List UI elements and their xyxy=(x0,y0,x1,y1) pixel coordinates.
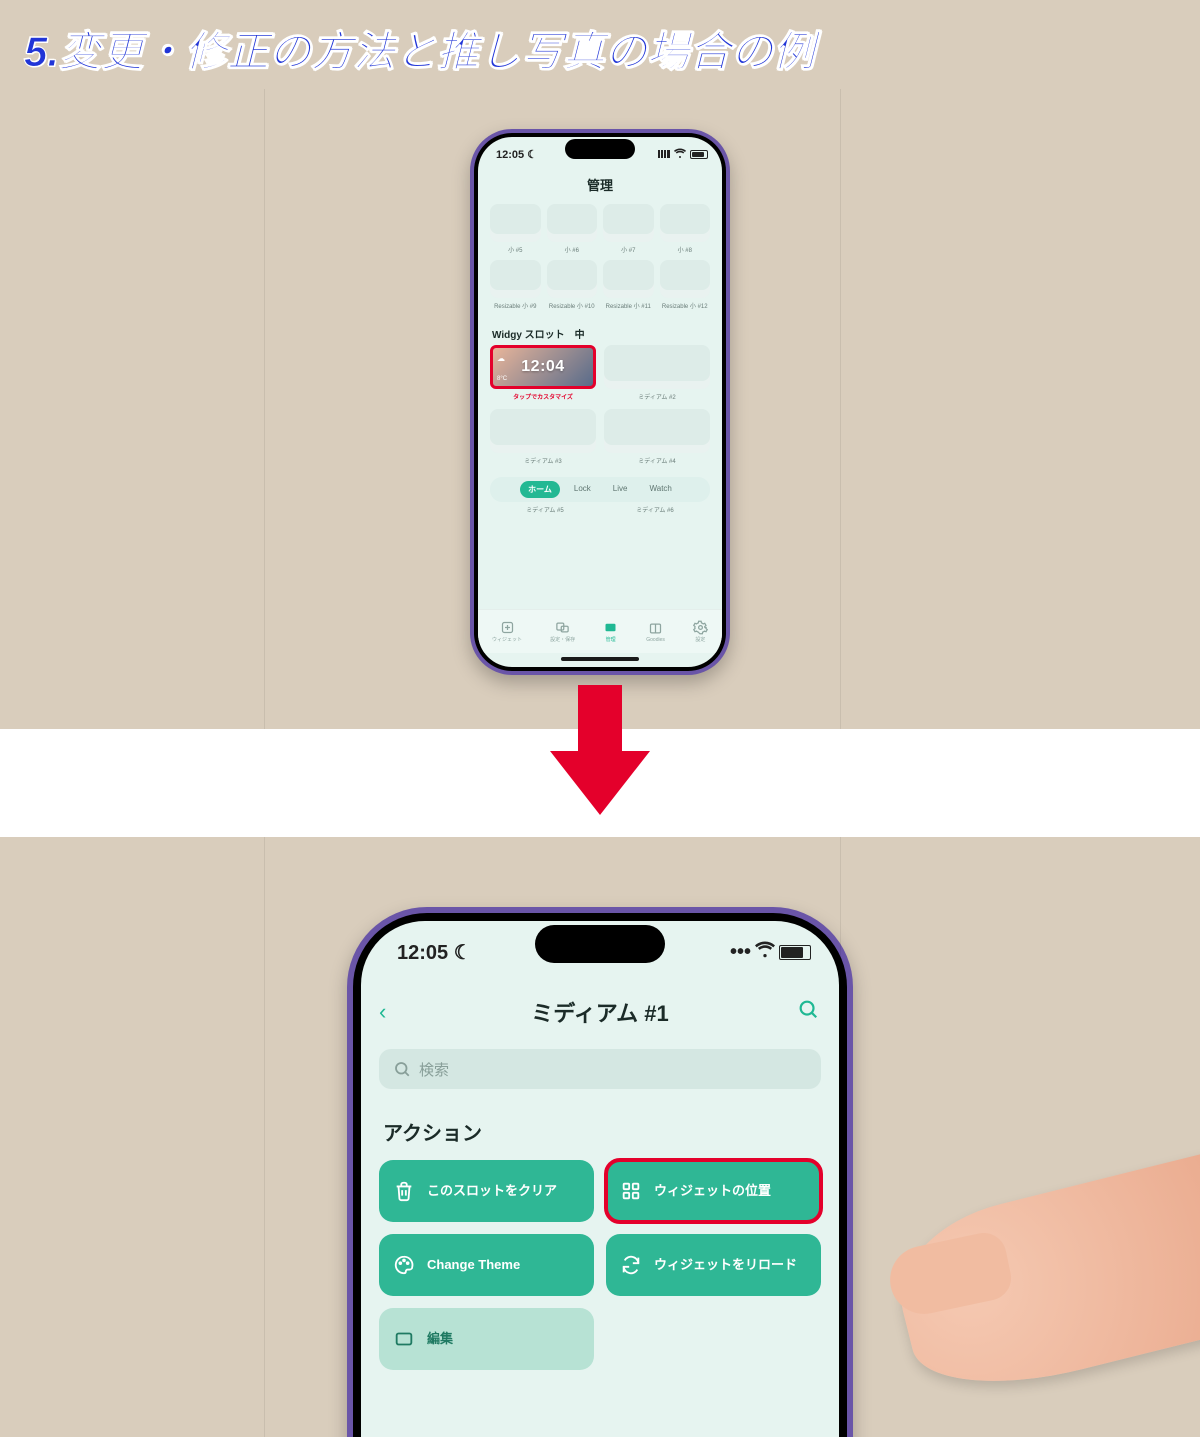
tab-goodies[interactable]: Goodies xyxy=(646,621,665,643)
section-label: Widgy スロット 中 xyxy=(492,326,722,341)
stage-top: 12:05 ☾ 管理 小 #5 小 #6 小 #7 小 #8 Res xyxy=(0,89,1200,729)
resizable-slot[interactable] xyxy=(603,260,654,298)
small-slot[interactable] xyxy=(547,204,598,242)
medium-slot[interactable] xyxy=(490,409,596,453)
action-reload-widget[interactable]: ウィジェットをリロード xyxy=(606,1234,821,1296)
segment-control[interactable]: ホーム Lock Live Watch xyxy=(490,477,710,502)
palette-icon xyxy=(393,1254,415,1276)
segment-live[interactable]: Live xyxy=(605,481,636,498)
battery-icon xyxy=(690,150,708,159)
section-header: アクション xyxy=(383,1117,839,1146)
widget-temp: 8°C xyxy=(497,376,507,382)
segment-home[interactable]: ホーム xyxy=(520,481,560,498)
phone-frame: 12:05 ☾ 管理 小 #5 小 #6 小 #7 小 #8 Res xyxy=(470,129,730,675)
back-button[interactable]: ‹ xyxy=(379,999,386,1025)
resizable-slot[interactable] xyxy=(660,260,711,298)
signal-icon xyxy=(658,150,670,158)
resizable-slot[interactable] xyxy=(490,260,541,298)
small-slot[interactable] xyxy=(490,204,541,242)
grid-icon xyxy=(620,1180,642,1202)
page-title: 5.変更・修正の方法と推し写真の場合の例 xyxy=(0,0,1200,89)
search-icon xyxy=(393,1060,411,1078)
segment-lock[interactable]: Lock xyxy=(566,481,599,498)
tab-settings[interactable]: 設定 xyxy=(693,620,708,643)
edit-icon xyxy=(393,1328,415,1350)
nav-bar: ‹ ミディアム #1 xyxy=(361,989,839,1035)
reload-icon xyxy=(620,1254,642,1276)
trash-icon xyxy=(393,1180,415,1202)
arrow-down xyxy=(0,729,1200,837)
stage-bottom: 12:05 ☾ ••• ‹ ミディアム #1 検索 xyxy=(0,837,1200,1437)
action-clear-slot[interactable]: このスロットをクリア xyxy=(379,1160,594,1222)
search-placeholder: 検索 xyxy=(419,1059,449,1080)
medium-slot[interactable] xyxy=(604,409,710,453)
home-indicator xyxy=(561,657,639,661)
tab-manage[interactable]: 管理 xyxy=(603,620,618,643)
widget-time: 12:04 xyxy=(493,348,593,386)
action-edit[interactable]: 編集 xyxy=(379,1308,594,1370)
tab-create[interactable]: ウィジェット xyxy=(492,620,522,643)
resizable-slot[interactable] xyxy=(547,260,598,298)
search-input[interactable]: 検索 xyxy=(379,1049,821,1089)
tab-save[interactable]: 設定・保存 xyxy=(550,620,575,643)
segment-watch[interactable]: Watch xyxy=(641,481,679,498)
dynamic-island xyxy=(565,139,635,159)
widget-preview-selected[interactable]: ☁︎ 12:04 8°C xyxy=(490,345,596,389)
wifi-icon xyxy=(674,147,686,162)
search-button[interactable] xyxy=(797,998,819,1026)
medium-slot[interactable] xyxy=(604,345,710,389)
nav-title: ミディアム #1 xyxy=(531,996,669,1028)
small-slot[interactable] xyxy=(660,204,711,242)
dynamic-island xyxy=(535,925,665,963)
phone-frame-large: 12:05 ☾ ••• ‹ ミディアム #1 検索 xyxy=(347,907,853,1437)
tab-bar: ウィジェット 設定・保存 管理 Goodies 設定 xyxy=(478,609,722,653)
small-slot[interactable] xyxy=(603,204,654,242)
battery-icon xyxy=(779,945,811,960)
wifi-icon xyxy=(755,939,775,965)
action-widget-position[interactable]: ウィジェットの位置 xyxy=(606,1160,821,1222)
pointing-finger xyxy=(884,1146,1200,1408)
action-change-theme[interactable]: Change Theme xyxy=(379,1234,594,1296)
screen-title: 管理 xyxy=(478,175,722,194)
